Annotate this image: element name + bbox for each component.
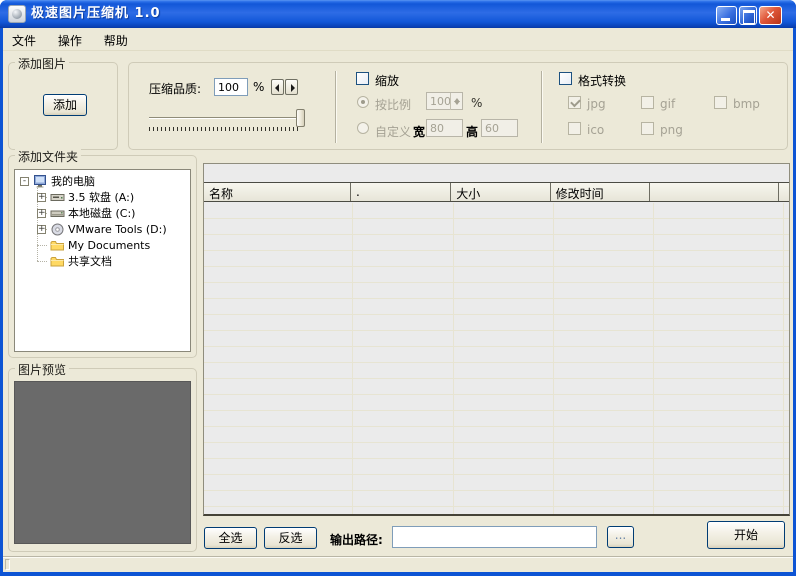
format-png-checkbox[interactable] bbox=[641, 122, 654, 135]
scale-proportional-radio[interactable] bbox=[357, 96, 369, 108]
quality-increase-icon[interactable] bbox=[285, 79, 298, 95]
scale-proportional-label: 按比例 bbox=[375, 98, 412, 112]
format-ico-checkbox[interactable] bbox=[568, 122, 581, 135]
add-image-group-label: 添加图片 bbox=[15, 55, 70, 72]
output-path-input[interactable] bbox=[392, 526, 597, 548]
grid-line bbox=[653, 203, 654, 514]
menu-file[interactable]: 文件 bbox=[3, 28, 45, 52]
folder-icon bbox=[50, 240, 64, 250]
grid-line bbox=[553, 203, 554, 514]
tree-expand-icon[interactable]: + bbox=[37, 192, 46, 202]
browse-button[interactable]: ... bbox=[607, 526, 634, 548]
output-path-label: 输出路径: bbox=[330, 533, 383, 547]
column-header-size[interactable]: 大小 bbox=[451, 183, 551, 201]
tree-item-my-documents[interactable]: My Documents bbox=[15, 237, 190, 253]
tree-item-label: 共享文档 bbox=[68, 255, 112, 268]
status-grip bbox=[5, 559, 10, 570]
column-header-dot[interactable]: . bbox=[351, 183, 452, 201]
quality-unit: % bbox=[253, 80, 265, 94]
quality-input[interactable] bbox=[214, 78, 248, 96]
tree-item-label: 本地磁盘 (C:) bbox=[68, 207, 136, 220]
divider bbox=[541, 71, 542, 143]
cdrom-icon bbox=[51, 223, 64, 235]
tree-expand-icon[interactable]: + bbox=[37, 208, 46, 218]
tree-item-floppy-a[interactable]: + 3.5 软盘 (A:) bbox=[15, 189, 190, 205]
width-label: 宽 bbox=[413, 125, 426, 139]
format-checkbox[interactable] bbox=[559, 72, 572, 85]
width-input[interactable] bbox=[426, 119, 463, 137]
quality-slider-ticks bbox=[149, 127, 301, 131]
app-window: 极速图片压缩机 1.0 文件 操作 帮助 添加图片 添加 压缩品质: % 缩放 … bbox=[0, 0, 796, 576]
start-button[interactable]: 开始 bbox=[707, 521, 785, 549]
format-jpg-label: jpg bbox=[587, 97, 606, 111]
height-label: 高 bbox=[466, 125, 479, 139]
file-list-header: 名称 . 大小 修改时间 bbox=[204, 182, 789, 202]
status-bar bbox=[3, 556, 793, 572]
harddisk-icon bbox=[50, 210, 65, 217]
folder-icon bbox=[50, 256, 64, 266]
title-bar[interactable]: 极速图片压缩机 1.0 bbox=[0, 0, 796, 28]
scale-percent-unit: % bbox=[471, 96, 483, 110]
scale-checkbox[interactable] bbox=[356, 72, 369, 85]
tree-expand-icon[interactable]: + bbox=[37, 224, 46, 234]
quality-decrease-icon[interactable] bbox=[271, 79, 284, 95]
computer-icon bbox=[34, 174, 46, 187]
grid-line bbox=[352, 203, 353, 514]
folders-group-label: 添加文件夹 bbox=[15, 148, 82, 165]
column-header-name[interactable]: 名称 bbox=[204, 183, 351, 201]
menu-bar: 文件 操作 帮助 bbox=[3, 28, 793, 51]
format-bmp-label: bmp bbox=[733, 97, 760, 111]
floppy-icon bbox=[50, 193, 65, 201]
quality-label: 压缩品质: bbox=[149, 82, 202, 96]
settings-group: 压缩品质: % 缩放 按比例 % 自定义 宽 高 格式转换 jpg gif bm… bbox=[128, 62, 788, 150]
grid-line bbox=[783, 203, 784, 514]
tree-item-label: My Documents bbox=[68, 238, 151, 252]
format-label: 格式转换 bbox=[578, 74, 627, 88]
maximize-button[interactable] bbox=[739, 6, 757, 25]
folder-tree[interactable]: - 我的电脑 + 3.5 软盘 (A:) + 本地磁盘 (C:) + VMwar… bbox=[14, 169, 191, 352]
column-header-filler bbox=[779, 183, 789, 201]
folders-group: 添加文件夹 - 我的电脑 + 3.5 软盘 (A:) + 本地磁盘 (C:) +… bbox=[8, 148, 197, 358]
tree-item-label: 3.5 软盘 (A:) bbox=[68, 191, 135, 204]
close-button[interactable] bbox=[759, 6, 782, 25]
scale-custom-radio[interactable] bbox=[357, 122, 369, 134]
quality-slider-thumb[interactable] bbox=[296, 109, 305, 127]
preview-group: 图片预览 bbox=[8, 361, 197, 552]
tree-item-disk-c[interactable]: + 本地磁盘 (C:) bbox=[15, 205, 190, 221]
tree-item-my-computer[interactable]: - 我的电脑 bbox=[15, 173, 190, 189]
app-icon[interactable] bbox=[8, 5, 26, 23]
tree-collapse-icon[interactable]: - bbox=[20, 176, 29, 186]
format-ico-label: ico bbox=[587, 123, 605, 137]
tree-item-label: VMware Tools (D:) bbox=[68, 222, 167, 236]
format-bmp-checkbox[interactable] bbox=[714, 96, 727, 109]
grid-line bbox=[453, 203, 454, 514]
divider bbox=[335, 71, 336, 143]
file-list-body[interactable] bbox=[204, 203, 789, 514]
scale-custom-label: 自定义 bbox=[375, 125, 412, 139]
select-all-button[interactable]: 全选 bbox=[204, 527, 257, 549]
minimize-button[interactable] bbox=[716, 6, 737, 25]
scale-label: 缩放 bbox=[375, 74, 400, 88]
window-title: 极速图片压缩机 1.0 bbox=[31, 6, 161, 21]
format-gif-checkbox[interactable] bbox=[641, 96, 654, 109]
format-png-label: png bbox=[660, 123, 683, 137]
tree-item-drive-d[interactable]: + VMware Tools (D:) bbox=[15, 221, 190, 237]
format-gif-label: gif bbox=[660, 97, 676, 111]
add-image-group: 添加图片 添加 bbox=[8, 55, 118, 150]
quality-slider-track[interactable] bbox=[149, 117, 304, 119]
file-list-panel: 名称 . 大小 修改时间 bbox=[203, 163, 790, 516]
height-input[interactable] bbox=[481, 119, 518, 137]
format-jpg-checkbox[interactable] bbox=[568, 96, 581, 109]
menu-action[interactable]: 操作 bbox=[49, 28, 91, 52]
tree-item-label: 我的电脑 bbox=[51, 175, 95, 188]
scale-percent-spinner-icon[interactable] bbox=[450, 93, 462, 110]
column-header-extra[interactable] bbox=[650, 183, 780, 201]
image-preview-area bbox=[14, 381, 191, 544]
add-button[interactable]: 添加 bbox=[43, 94, 87, 116]
tree-item-shared-docs[interactable]: 共享文档 bbox=[15, 253, 190, 269]
menu-help[interactable]: 帮助 bbox=[95, 28, 137, 52]
preview-group-label: 图片预览 bbox=[15, 361, 70, 378]
column-header-modified[interactable]: 修改时间 bbox=[551, 183, 650, 201]
invert-selection-button[interactable]: 反选 bbox=[264, 527, 317, 549]
